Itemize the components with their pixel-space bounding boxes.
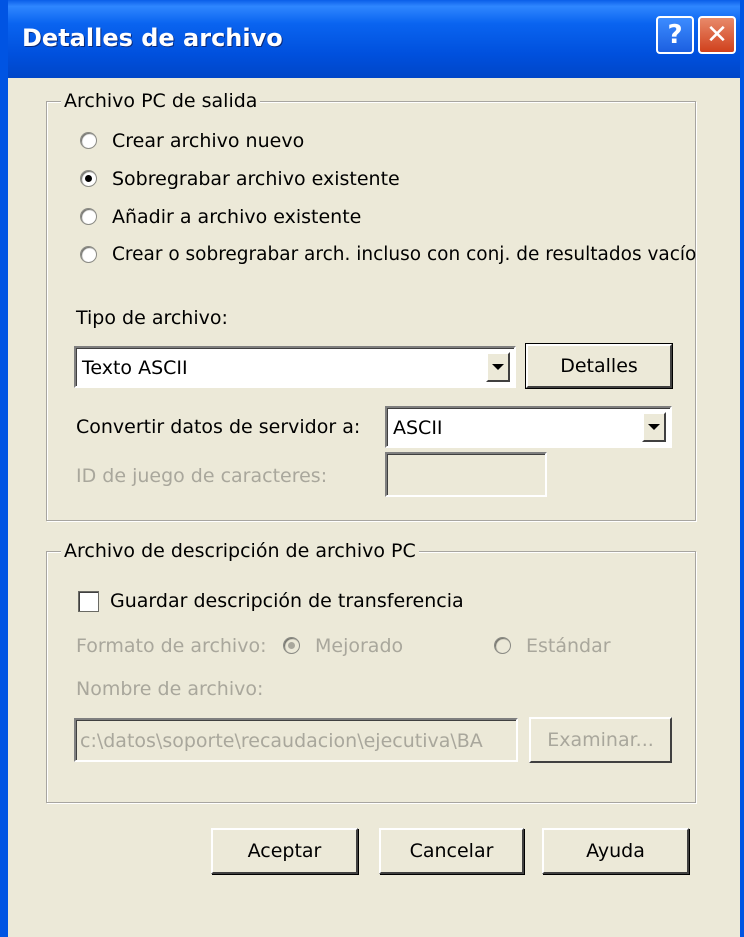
- dialog-window: Detalles de archivo ? ✕ Archivo PC de sa…: [0, 0, 744, 937]
- radio-overwrite-label[interactable]: Sobregrabar archivo existente: [112, 167, 400, 191]
- radio-create-new[interactable]: [80, 132, 97, 149]
- help-icon: ?: [667, 20, 683, 50]
- convert-value: ASCII: [393, 417, 443, 439]
- file-type-value: Texto ASCII: [82, 357, 188, 379]
- output-group-legend: Archivo PC de salida: [61, 89, 261, 113]
- charset-label: ID de juego de caracteres:: [76, 465, 328, 487]
- browse-button: Examinar...: [529, 717, 672, 763]
- title-bar: Detalles de archivo ? ✕: [0, 0, 744, 78]
- radio-append-label[interactable]: Añadir a archivo existente: [112, 205, 361, 229]
- radio-format-standard: [494, 637, 511, 654]
- convert-dropdown-button[interactable]: [642, 412, 666, 442]
- window-border-left: [0, 0, 8, 937]
- file-name-input: c:\datos\soporte\recaudacion\ejecutiva\B…: [74, 718, 518, 762]
- file-type-select[interactable]: Texto ASCII: [74, 346, 516, 388]
- radio-selected-dot: [288, 642, 295, 649]
- radio-create-or-overwrite-empty[interactable]: [80, 246, 97, 263]
- radio-format-enhanced-label: Mejorado: [315, 635, 404, 657]
- window-border-right: [740, 0, 744, 937]
- radio-overwrite[interactable]: [80, 170, 97, 187]
- charset-input: [385, 452, 547, 497]
- radio-selected-dot: [85, 175, 92, 182]
- file-name-value: c:\datos\soporte\recaudacion\ejecutiva\B…: [80, 730, 483, 752]
- cancel-button[interactable]: Cancelar: [379, 828, 524, 874]
- close-icon: ✕: [706, 20, 728, 50]
- file-type-dropdown-button[interactable]: [486, 352, 510, 382]
- help-title-button[interactable]: ?: [656, 16, 694, 54]
- convert-select[interactable]: ASCII: [385, 406, 672, 448]
- convert-label: Convertir datos de servidor a:: [76, 416, 361, 438]
- close-button[interactable]: ✕: [698, 16, 736, 54]
- chevron-down-icon: [648, 424, 660, 430]
- radio-format-standard-label: Estándar: [526, 635, 611, 657]
- file-format-label: Formato de archivo:: [76, 635, 267, 657]
- window-title: Detalles de archivo: [22, 24, 283, 52]
- radio-create-or-overwrite-empty-label[interactable]: Crear o sobregrabar arch. incluso con co…: [112, 243, 696, 267]
- file-name-label: Nombre de archivo:: [76, 678, 264, 700]
- file-type-label: Tipo de archivo:: [76, 307, 228, 329]
- radio-append[interactable]: [80, 208, 97, 225]
- details-button[interactable]: Detalles: [525, 343, 673, 389]
- radio-create-new-label[interactable]: Crear archivo nuevo: [112, 129, 304, 153]
- chevron-down-icon: [492, 364, 504, 370]
- save-description-label[interactable]: Guardar descripción de transferencia: [110, 589, 464, 613]
- save-description-checkbox[interactable]: [78, 591, 99, 612]
- description-group-legend: Archivo de descripción de archivo PC: [61, 539, 419, 563]
- radio-format-enhanced: [283, 637, 300, 654]
- help-button[interactable]: Ayuda: [542, 828, 689, 874]
- ok-button[interactable]: Aceptar: [211, 828, 358, 874]
